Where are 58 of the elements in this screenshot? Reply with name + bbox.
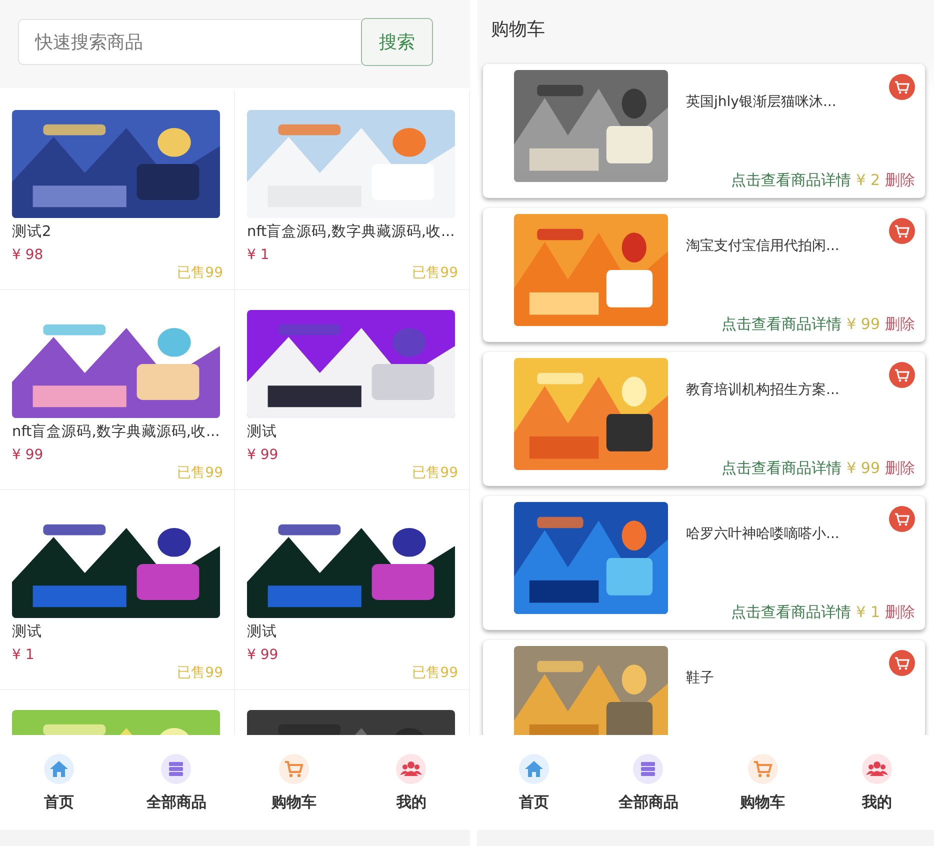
people-icon — [395, 753, 428, 785]
nav-tab[interactable]: 全部商品 — [146, 793, 206, 812]
product-price: ¥ 2 — [856, 171, 880, 190]
nav-tab[interactable]: 购物车 — [740, 793, 786, 812]
sold-count: 已售99 — [177, 464, 223, 482]
product-price: ¥ 1 — [247, 247, 270, 263]
delete-link[interactable]: 删除 — [885, 459, 915, 478]
detail-link[interactable]: 点击查看商品详情 — [722, 459, 842, 478]
store-icon — [632, 753, 664, 785]
nav-tab[interactable]: 全部商品 — [618, 793, 678, 812]
sold-count: 已售99 — [177, 264, 223, 282]
page-title: 购物车 — [491, 18, 545, 41]
search-button[interactable]: 搜索 — [361, 18, 433, 66]
product-title: nft盲盒源码,数字典藏源码,收... — [12, 422, 221, 441]
sold-count: 已售99 — [177, 664, 223, 682]
product-title: 测试2 — [12, 223, 52, 241]
detail-link[interactable]: 点击查看商品详情 — [731, 171, 852, 190]
product-title: nft盲盒源码,数字典藏源码,收... — [247, 222, 456, 241]
cart-icon[interactable] — [889, 74, 915, 100]
cart-icon[interactable] — [889, 650, 915, 676]
product-price: ¥ 99 — [846, 459, 880, 478]
detail-link[interactable]: 点击查看商品详情 — [722, 315, 842, 334]
product-title: 测试 — [12, 623, 43, 641]
product-title: 鞋子 — [686, 669, 715, 687]
product-title: 测试 — [247, 423, 278, 441]
product-title: 英国jhly银渐层猫咪沐... — [686, 93, 838, 111]
cart-icon — [278, 753, 310, 785]
nav-tab[interactable]: 购物车 — [271, 793, 316, 812]
product-price: ¥ 98 — [12, 247, 44, 263]
product-price: ¥ 1 — [12, 647, 34, 663]
sold-count: 已售99 — [412, 664, 458, 682]
product-price: ¥ 99 — [247, 647, 278, 663]
home-icon — [518, 753, 550, 785]
cart-icon[interactable] — [889, 506, 915, 532]
product-price: ¥ 99 — [846, 315, 880, 334]
product-price: ¥ 99 — [12, 447, 44, 463]
store-icon — [160, 753, 192, 785]
nav-tab[interactable]: 首页 — [44, 793, 74, 812]
home-icon — [42, 753, 75, 785]
cart-icon[interactable] — [889, 362, 915, 388]
product-title: 教育培训机构招生方案... — [686, 381, 840, 399]
people-icon — [860, 753, 893, 785]
nav-tab[interactable]: 首页 — [519, 793, 550, 812]
cart-icon — [746, 753, 779, 785]
detail-link[interactable]: 点击查看商品详情 — [731, 603, 852, 622]
cart-icon[interactable] — [889, 218, 915, 244]
nav-tab[interactable]: 我的 — [862, 793, 892, 812]
nav-tab[interactable]: 我的 — [396, 793, 426, 812]
sold-count: 已售99 — [412, 264, 458, 282]
product-title: 哈罗六叶神哈喽嘀嗒小... — [686, 525, 840, 543]
product-price: ¥ 99 — [247, 447, 278, 463]
product-title: 测试 — [247, 623, 278, 641]
delete-link[interactable]: 删除 — [885, 171, 915, 190]
product-price: ¥ 1 — [856, 603, 880, 622]
delete-link[interactable]: 删除 — [885, 603, 915, 622]
product-title: 淘宝支付宝信用代拍闲... — [686, 237, 840, 255]
sold-count: 已售99 — [412, 464, 458, 482]
delete-link[interactable]: 删除 — [885, 315, 915, 334]
